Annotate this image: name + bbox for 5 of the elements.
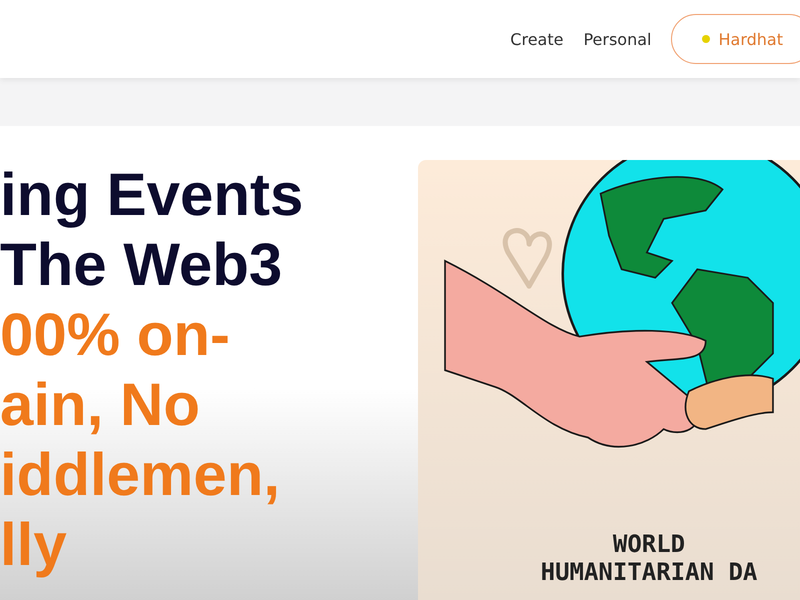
illustration-caption: WORLD [612, 530, 686, 558]
nav-link[interactable]: Personal [583, 30, 652, 48]
illustration-caption: HUMANITARIAN DA [540, 558, 758, 586]
nav-link[interactable]: Create [510, 30, 564, 48]
hero-headline: ing Events The Web3 00% on- ain, No iddlemen, lly [0, 160, 304, 580]
